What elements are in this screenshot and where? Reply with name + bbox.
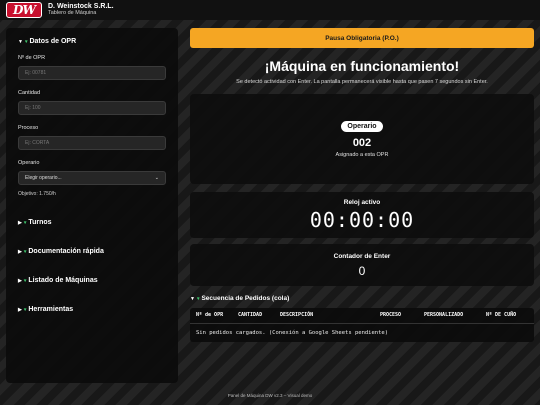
operario-caption: Asignado a esta OPR: [335, 151, 389, 158]
clock-title: Reloj activo: [343, 198, 381, 206]
clock-card: Reloj activo 00:00:00: [190, 192, 534, 238]
section-label: Turnos: [28, 219, 52, 226]
sidebar: ▼ ▾ Datos de OPR Nº de OPR Ej: 00781 Can…: [6, 28, 178, 383]
proceso-label: Proceso: [18, 125, 39, 131]
operario-card: Operario 002 Asignado a esta OPR: [190, 94, 534, 184]
clock-value: 00:00:00: [309, 207, 415, 232]
section-documentacion[interactable]: ▶ ▾ Documentación rápida: [18, 248, 166, 255]
counter-title: Contador de Enter: [333, 252, 391, 260]
chevron-down-icon: ▾: [23, 277, 27, 284]
chevron-down-icon: ▾: [23, 219, 27, 226]
expand-triangle-icon: ▶: [18, 277, 22, 284]
expand-triangle-icon: ▼: [190, 295, 195, 302]
cantidad-input[interactable]: Ej: 100: [18, 101, 166, 115]
pause-button[interactable]: Pausa Obligatoria (P.O.): [190, 28, 534, 48]
operario-number: 002: [352, 136, 372, 149]
queue-section-toggle[interactable]: ▼ ▾ Secuencia de Pedidos (cola): [190, 295, 534, 302]
expand-triangle-icon: ▶: [18, 248, 22, 255]
section-herramientas[interactable]: ▶ ▾ Herramientas: [18, 306, 166, 313]
column-header: PROCESO: [380, 312, 402, 318]
column-header: Nº DE CUÑO: [486, 312, 517, 318]
section-label: Listado de Máquinas: [28, 277, 98, 284]
brand-text: D. Weinstock S.R.L. Tablero de Máquina: [48, 3, 114, 17]
footer-text: Panel de Máquina DW v2.3 – Visual demo: [227, 393, 313, 398]
opr-input[interactable]: Ej: 00781: [18, 66, 166, 80]
status-headline: ¡Máquina en funcionamiento!: [264, 58, 460, 74]
objective-text: Objetivo: 1.750/h: [18, 191, 56, 197]
section-label: Datos de OPR: [29, 38, 77, 45]
empty-table-message: Sin pedidos cargados. (Conexión a Google…: [196, 329, 389, 336]
section-label: Herramientas: [28, 306, 74, 313]
app-subtitle: Tablero de Máquina: [48, 10, 97, 17]
section-datos-opr[interactable]: ▼ ▾ Datos de OPR: [18, 38, 166, 45]
operario-badge: Operario: [341, 120, 383, 132]
counter-value: 0: [358, 263, 366, 278]
chevron-down-icon: ▾: [23, 306, 27, 313]
opr-label: Nº de OPR: [18, 55, 46, 61]
column-header: Nº de OPR: [196, 312, 224, 318]
operario-select-value: Elegir operario...: [25, 175, 62, 181]
column-header: CANTIDAD: [238, 312, 263, 318]
section-turnos[interactable]: ▶ ▾ Turnos: [18, 219, 166, 226]
section-label: Documentación rápida: [28, 248, 104, 255]
chevron-down-icon: ▾: [23, 248, 27, 255]
company-name: D. Weinstock S.R.L.: [48, 3, 114, 11]
column-header: PERSONALIZADO: [424, 312, 464, 318]
table-header: Nº de OPR CANTIDAD DESCRIPCIÓN PROCESO P…: [190, 308, 534, 324]
app-header: DW D. Weinstock S.R.L. Tablero de Máquin…: [0, 0, 540, 20]
main-panel: Pausa Obligatoria (P.O.) ¡Máquina en fun…: [190, 28, 534, 342]
queue-title: Secuencia de Pedidos (cola): [201, 295, 290, 302]
status-subline: Se detectó actividad con Enter. La panta…: [236, 79, 488, 85]
chevron-down-icon: ▾: [196, 295, 200, 302]
chevron-updown-icon: ⌄: [154, 175, 159, 181]
operario-label: Operario: [18, 160, 40, 166]
column-header: DESCRIPCIÓN: [280, 312, 314, 318]
expand-triangle-icon: ▼: [18, 38, 23, 45]
section-listado-maquinas[interactable]: ▶ ▾ Listado de Máquinas: [18, 277, 166, 284]
counter-card: Contador de Enter 0: [190, 244, 534, 286]
expand-triangle-icon: ▶: [18, 306, 22, 313]
queue-table: Nº de OPR CANTIDAD DESCRIPCIÓN PROCESO P…: [190, 308, 534, 342]
brand-logo: DW: [6, 2, 42, 18]
cantidad-label: Cantidad: [18, 90, 41, 96]
chevron-down-icon: ▾: [24, 38, 28, 45]
expand-triangle-icon: ▶: [18, 219, 22, 226]
proceso-input[interactable]: Ej: CORTA: [18, 136, 166, 150]
operario-select[interactable]: Elegir operario... ⌄: [18, 171, 166, 185]
